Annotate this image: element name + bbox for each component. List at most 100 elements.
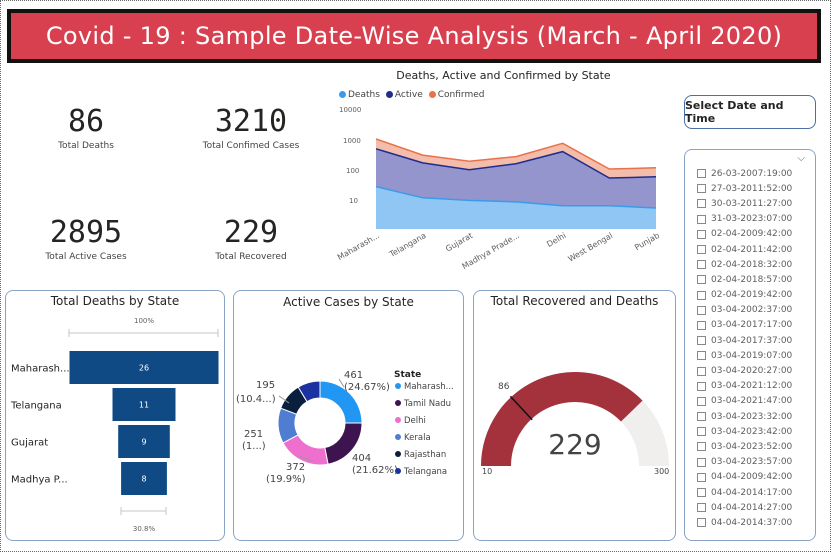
checkbox[interactable] xyxy=(697,229,706,239)
checkbox[interactable] xyxy=(697,290,706,300)
slicer-item[interactable]: 02-04-2011:42:00 xyxy=(697,242,809,257)
slicer-item[interactable]: 03-04-2023:32:00 xyxy=(697,409,809,424)
checkbox[interactable] xyxy=(697,184,706,194)
checkbox[interactable] xyxy=(697,442,706,452)
slicer-item[interactable]: 03-04-2002:37:00 xyxy=(697,303,809,318)
checkbox[interactable] xyxy=(697,518,706,528)
slicer-item[interactable]: 03-04-2023:52:00 xyxy=(697,439,809,454)
gauge-chart[interactable]: 86 229 10 300 xyxy=(474,291,677,542)
checkbox[interactable] xyxy=(697,199,706,209)
slicer-item[interactable]: 31-03-2023:07:00 xyxy=(697,212,809,227)
kpi-total-confirmed: 3210 Total Confimed Cases xyxy=(181,104,321,152)
slicer-item[interactable]: 03-04-2017:17:00 xyxy=(697,318,809,333)
legend-item-confirmed[interactable]: Confirmed xyxy=(428,90,485,100)
kpi-label: Total Deaths xyxy=(58,141,114,151)
slicer-item-label: 31-03-2023:07:00 xyxy=(711,214,793,225)
slicer-item[interactable]: 30-03-2011:27:00 xyxy=(697,196,809,211)
slicer-item[interactable]: 03-04-2017:37:00 xyxy=(697,333,809,348)
checkbox[interactable] xyxy=(697,260,706,270)
slicer-item-label: 03-04-2023:32:00 xyxy=(711,411,793,422)
deaths-by-state-card: Total Deaths by State 100% 30.8% 26 Mahar… xyxy=(5,290,225,541)
funnel-category-label: Maharash... xyxy=(11,364,70,375)
slicer-item[interactable]: 03-04-2023:57:00 xyxy=(697,455,809,470)
slicer-item[interactable]: 04-04-2014:27:00 xyxy=(697,500,809,515)
checkbox[interactable] xyxy=(697,336,706,346)
checkbox[interactable] xyxy=(697,169,706,179)
donut-chart[interactable]: 461 (24.67%) 404 (21.62%) 372 (19.9%) 25… xyxy=(234,291,465,542)
slice-label: (19.9%) xyxy=(266,474,306,485)
slicer-item-label: 03-04-2019:07:00 xyxy=(711,350,793,361)
legend-marker xyxy=(395,434,401,440)
kpi-value: 3210 xyxy=(214,104,288,139)
checkbox[interactable] xyxy=(697,503,706,513)
slicer-item[interactable]: 04-04-2014:37:00 xyxy=(697,515,809,530)
kpi-total-recovered: 229 Total Recovered xyxy=(181,216,321,263)
donut-legend-item[interactable]: Rajasthan xyxy=(404,450,446,460)
slicer-item-label: 03-04-2023:52:00 xyxy=(711,441,793,452)
checkbox[interactable] xyxy=(697,305,706,315)
checkbox[interactable] xyxy=(697,488,706,498)
report-page: Covid - 19 : Sample Date-Wise Analysis (… xyxy=(0,0,831,552)
checkbox[interactable] xyxy=(697,412,706,422)
slicer-item[interactable]: 26-03-2007:19:00 xyxy=(697,166,809,181)
slicer-item[interactable]: 02-04-2009:42:00 xyxy=(697,227,809,242)
slicer-item-label: 02-04-2018:32:00 xyxy=(711,259,793,270)
slicer-item[interactable]: 04-04-2014:17:00 xyxy=(697,485,809,500)
slicer-item-label: 04-04-2009:42:00 xyxy=(711,472,793,483)
x-tick-label: Maharash... xyxy=(336,231,381,262)
legend-marker xyxy=(395,417,401,423)
donut-legend-item[interactable]: Delhi xyxy=(404,416,426,426)
checkbox[interactable] xyxy=(697,351,706,361)
checkbox[interactable] xyxy=(697,320,706,330)
select-date-time-button[interactable]: Select Date and Time xyxy=(684,95,816,129)
funnel-value-label: 9 xyxy=(141,438,146,447)
slicer-item[interactable]: 03-04-2019:07:00 xyxy=(697,348,809,363)
slicer-item[interactable]: 03-04-2020:27:00 xyxy=(697,363,809,378)
checkbox[interactable] xyxy=(697,245,706,255)
gauge-min-label: 10 xyxy=(482,467,492,476)
legend-marker xyxy=(395,400,401,406)
legend-label: Confirmed xyxy=(437,90,485,100)
legend-item-deaths[interactable]: Deaths xyxy=(339,90,380,100)
checkbox[interactable] xyxy=(697,472,706,482)
donut-legend-item[interactable]: Maharash... xyxy=(404,382,454,392)
checkbox[interactable] xyxy=(697,214,706,224)
slicer-item-label: 04-04-2014:17:00 xyxy=(711,487,793,498)
slice-label: (1...) xyxy=(242,441,266,452)
slicer-item[interactable]: 27-03-2011:52:00 xyxy=(697,181,809,196)
checkbox[interactable] xyxy=(697,275,706,285)
slicer-item[interactable]: 03-04-2023:42:00 xyxy=(697,424,809,439)
checkbox[interactable] xyxy=(697,396,706,406)
donut-legend-item[interactable]: Tamil Nadu xyxy=(403,399,451,409)
checkbox[interactable] xyxy=(697,381,706,391)
slicer-item[interactable]: 02-04-2018:32:00 xyxy=(697,257,809,272)
slicer-item[interactable]: 02-04-2018:57:00 xyxy=(697,272,809,287)
funnel-chart[interactable]: 100% 30.8% 26 Maharash... 11 Telangana 9 Guja… xyxy=(6,291,226,542)
donut-legend-title: State xyxy=(394,370,421,380)
donut-legend-item[interactable]: Kerala xyxy=(404,433,431,443)
x-tick-label: Punjab xyxy=(633,231,661,252)
kpi-label: Total Confimed Cases xyxy=(202,141,300,151)
gauge-max-label: 300 xyxy=(654,467,669,476)
active-by-state-card: Active Cases by State 461 (24.67%) 404 (… xyxy=(233,290,464,541)
slicer-item-label: 30-03-2011:27:00 xyxy=(711,198,793,209)
legend-marker xyxy=(339,91,346,98)
slicer-item[interactable]: 03-04-2021:12:00 xyxy=(697,379,809,394)
area-chart[interactable]: 10000 1000 100 10 Maharash... Telangana Gu… xyxy=(331,101,676,276)
slicer-item-label: 03-04-2002:37:00 xyxy=(711,305,793,316)
slicer-item-label: 03-04-2021:12:00 xyxy=(711,381,793,392)
legend-item-active[interactable]: Active xyxy=(385,90,423,100)
donut-legend-item[interactable]: Telangana xyxy=(403,467,447,477)
chevron-down-icon[interactable]: ⌵ xyxy=(797,153,805,164)
checkbox[interactable] xyxy=(697,366,706,376)
x-tick-label: West Bengal xyxy=(567,231,615,264)
checkbox[interactable] xyxy=(697,427,706,437)
checkbox[interactable] xyxy=(697,457,706,467)
slicer-item[interactable]: 02-04-2019:42:00 xyxy=(697,288,809,303)
slicer-item-label: 03-04-2020:27:00 xyxy=(711,366,793,377)
slice-label: (10.4...) xyxy=(236,394,276,405)
area-chart-legend[interactable]: Deaths Active Confirmed xyxy=(339,90,484,100)
slicer-item[interactable]: 03-04-2021:47:00 xyxy=(697,394,809,409)
slice-label: (21.62%) xyxy=(352,465,398,476)
slicer-item[interactable]: 04-04-2009:42:00 xyxy=(697,470,809,485)
